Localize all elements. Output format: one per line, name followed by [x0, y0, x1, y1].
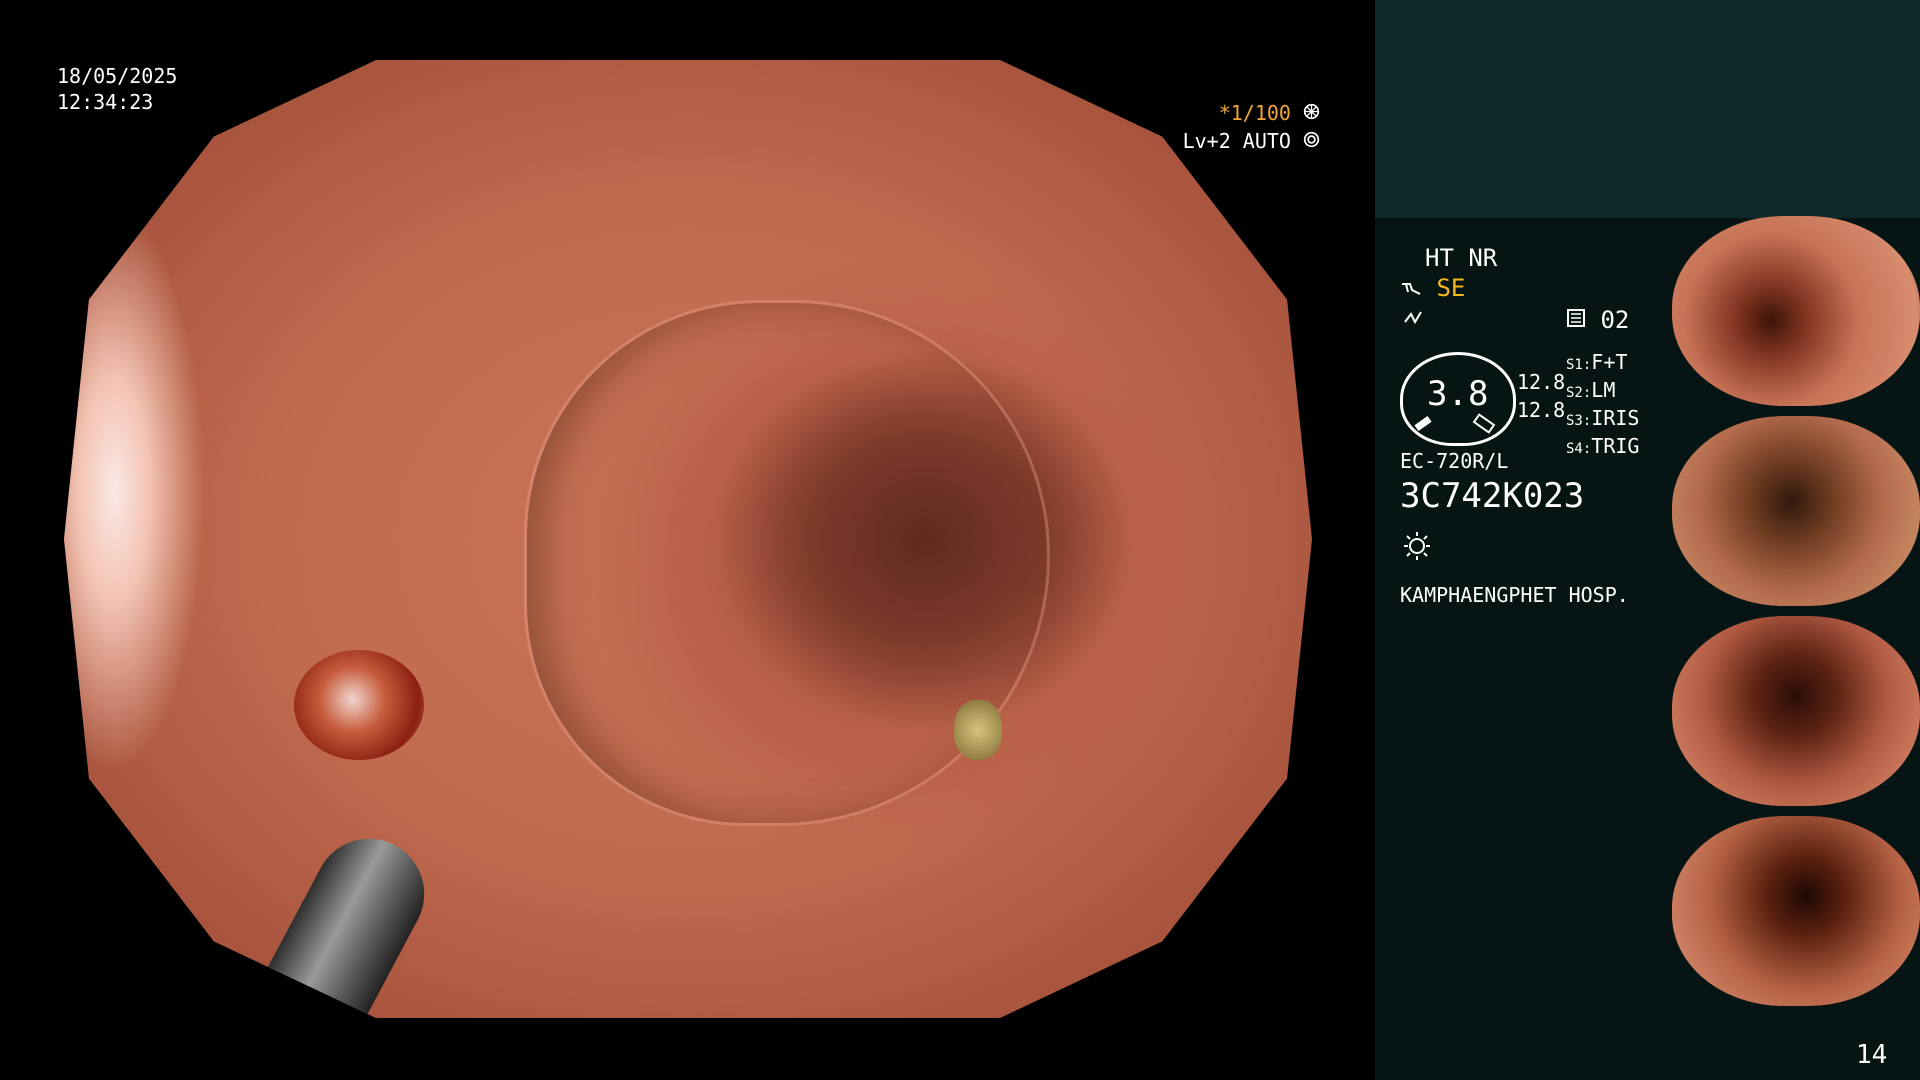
switch-settings: S1:F+T S2:LM S3:IRIS S4:TRIG [1566, 350, 1639, 462]
thumbnail-3[interactable]: 3C742K023 [1672, 616, 1920, 806]
structure-mode-row: SE [1400, 274, 1465, 302]
light-icon [1402, 530, 1432, 566]
enhancement-label: HT NR [1425, 244, 1498, 272]
endoscopy-image [64, 60, 1312, 1018]
thumbnail-1[interactable]: 3C742K023 [1672, 216, 1920, 406]
thumbnail-caption: 3C742K023 [1676, 593, 1720, 602]
snare-instrument [224, 819, 444, 1018]
polyp-lesion [294, 650, 424, 760]
level-row: Lv+2 AUTO [1140, 127, 1320, 155]
channel-row: 02 [1566, 306, 1629, 334]
hospital-name: KAMPHAENGPHET HOSP. [1400, 583, 1629, 607]
value-1: 12.8 [1517, 370, 1566, 394]
time-label: 12:34:23 [57, 90, 154, 114]
thumbnail-caption: 3C742K023 [1676, 393, 1720, 402]
scope-model: EC-720R/L [1400, 449, 1509, 473]
setting-row: S1:F+T [1566, 350, 1628, 374]
thumbnail-caption: 3C742K023 [1676, 793, 1720, 802]
value-2: 12.8 [1517, 398, 1566, 422]
zigzag-icon [1403, 306, 1423, 334]
aperture-icon [1303, 99, 1320, 127]
thumbnail-2[interactable]: 3C742K023 [1672, 416, 1920, 606]
shutter-value: *1/100 [1218, 101, 1291, 125]
scope-arm-icon [1400, 274, 1422, 302]
timestamp: 18/05/2025 12:34:23 [57, 63, 177, 115]
residue-spot [954, 700, 1002, 760]
thumbnail-4[interactable]: 3C742K023 [1672, 816, 1920, 1006]
date-label: 18/05/2025 [57, 64, 178, 88]
thumbnail-caption: 3C742K023 [1676, 993, 1720, 1002]
level-value: Lv+2 AUTO [1182, 129, 1291, 153]
sidebar-top-panel [1375, 0, 1920, 218]
setting-row: S2:LM [1566, 378, 1616, 402]
ring-icon [1303, 127, 1320, 155]
shutter-row: *1/100 [1140, 99, 1320, 127]
setting-row: S3:IRIS [1566, 406, 1640, 430]
scope-serial: 3C742K023 [1400, 476, 1585, 516]
endoscope-main-view: 18/05/2025 12:34:23 *1/100 Lv+2 AUTO [0, 0, 1375, 1080]
memory-card-icon [1566, 306, 1586, 334]
structure-mode-value: SE [1436, 274, 1466, 302]
gauge-value: 3.8 [1427, 374, 1489, 414]
setting-row: S4:TRIG [1566, 434, 1640, 458]
channel-label: 02 [1600, 306, 1630, 334]
exposure-readout: *1/100 Lv+2 AUTO [1140, 99, 1320, 155]
page-number: 14 [1856, 1040, 1888, 1070]
